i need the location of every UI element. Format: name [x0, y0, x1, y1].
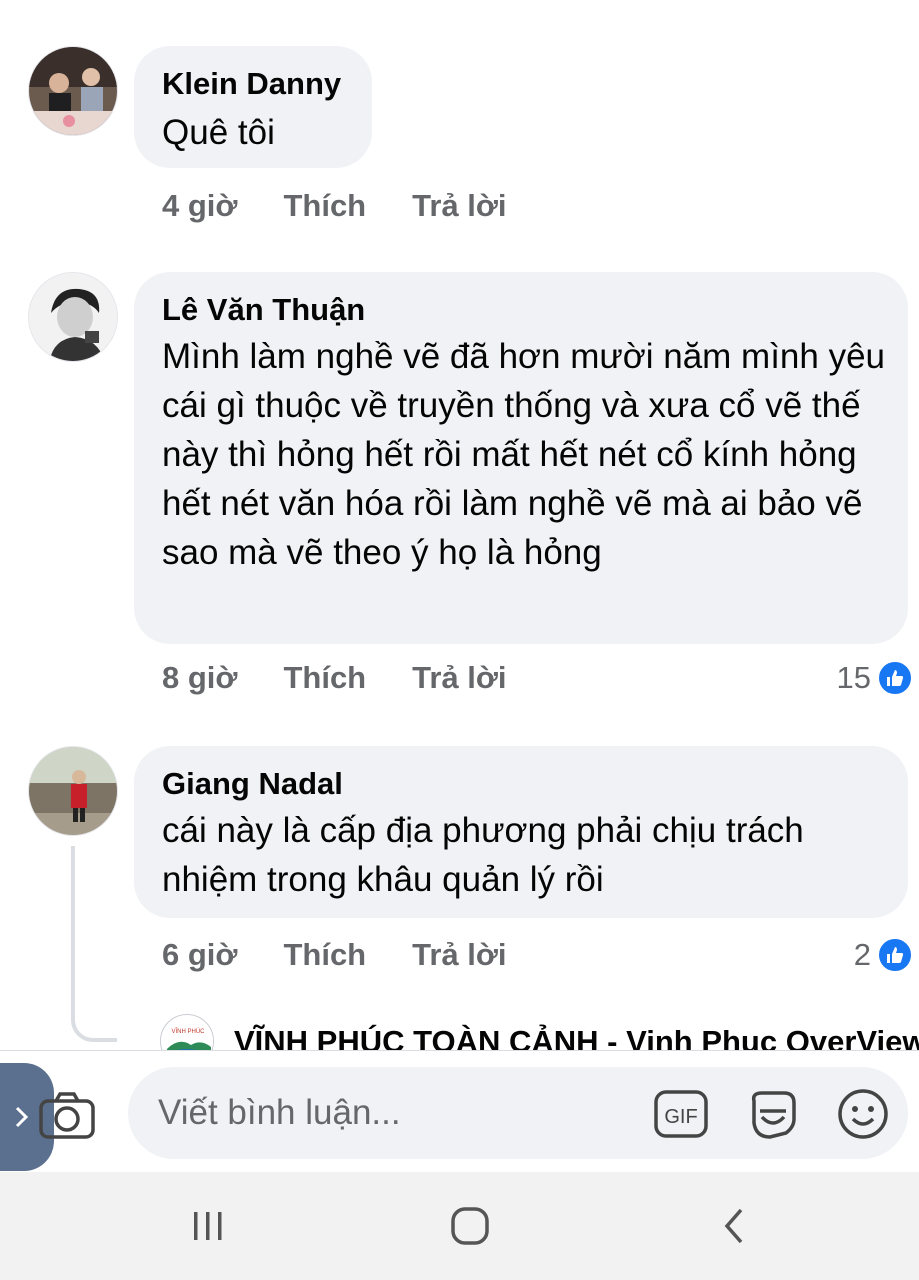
like-button[interactable]: Thích [283, 188, 366, 224]
svg-text:GIF: GIF [664, 1106, 697, 1128]
comment-composer: Viết bình luận... GIF [0, 1050, 919, 1174]
chevron-right-icon [15, 1106, 29, 1128]
emoji-icon[interactable] [836, 1087, 890, 1141]
reaction-count-label: 2 [853, 937, 871, 972]
camera-icon[interactable] [38, 1091, 96, 1141]
comment-bubble: Klein Danny Quê tôi [134, 46, 372, 168]
page-name[interactable]: VĨNH PHÚC TOÀN CẢNH - Vinh Phuc OverView [234, 1024, 919, 1052]
reply-preview[interactable]: VĨNH PHÚC VĨNH PHÚC TOÀN CẢNH - Vinh Phu… [160, 1014, 919, 1052]
comment-author[interactable]: Klein Danny [162, 64, 344, 104]
reply-button[interactable]: Trả lời [412, 937, 506, 973]
thumbs-up-icon [877, 660, 913, 696]
comment-time[interactable]: 8 giờ [162, 660, 237, 696]
comment-text: cái này là cấp địa phương phải chịu trác… [162, 811, 804, 899]
thumbs-up-icon [877, 937, 913, 973]
like-button[interactable]: Thích [283, 937, 366, 973]
home-icon[interactable] [446, 1204, 494, 1248]
avatar[interactable] [28, 46, 118, 136]
reply-thread-line [71, 846, 117, 1042]
gif-icon[interactable]: GIF [654, 1087, 708, 1141]
reaction-count[interactable]: 15 [837, 656, 913, 700]
comment-bubble: Lê Văn Thuận Mình làm nghề vẽ đã hơn mườ… [134, 272, 908, 644]
comment-text: Quê tôi [162, 113, 275, 152]
page-avatar[interactable]: VĨNH PHÚC [160, 1014, 214, 1052]
comment-bubble: Giang Nadal cái này là cấp địa phương ph… [134, 746, 908, 918]
comment-author[interactable]: Lê Văn Thuận [162, 290, 880, 330]
reaction-count-label: 15 [836, 660, 871, 695]
comment-time[interactable]: 6 giờ [162, 937, 237, 973]
comment-author[interactable]: Giang Nadal [162, 764, 880, 804]
svg-text:VĨNH PHÚC: VĨNH PHÚC [171, 1028, 205, 1035]
comment-input[interactable]: Viết bình luận... GIF [128, 1067, 908, 1159]
system-navigation-bar [0, 1172, 919, 1280]
comment-actions: 8 giờ Thích Trả lời [162, 656, 507, 700]
avatar[interactable] [28, 746, 118, 836]
back-icon[interactable] [710, 1204, 758, 1248]
comment-time[interactable]: 4 giờ [162, 188, 237, 224]
reply-button[interactable]: Trả lời [412, 660, 506, 696]
reaction-count[interactable]: 2 [854, 933, 913, 977]
comment-text: Mình làm nghề vẽ đã hơn mười năm mình yê… [162, 337, 886, 572]
reply-button[interactable]: Trả lời [412, 188, 506, 224]
recent-apps-icon[interactable] [184, 1204, 232, 1248]
like-button[interactable]: Thích [283, 660, 366, 696]
comment-actions: 4 giờ Thích Trả lời [162, 184, 507, 228]
comment-input-placeholder: Viết bình luận... [158, 1093, 401, 1132]
sticker-icon[interactable] [746, 1087, 800, 1141]
comment-actions: 6 giờ Thích Trả lời [162, 933, 507, 977]
avatar[interactable] [28, 272, 118, 362]
